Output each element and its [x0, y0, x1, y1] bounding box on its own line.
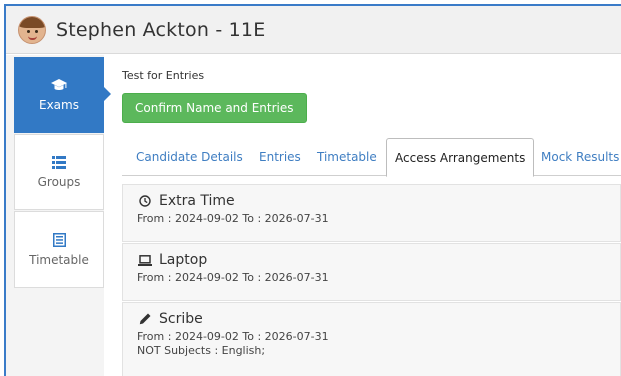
arrangement-dates: From : 2024-09-02 To : 2026-07-31	[137, 212, 329, 225]
header: Stephen Ackton - 11E	[6, 6, 621, 54]
tab-timetable[interactable]: Timetable	[317, 138, 377, 176]
list-icon	[52, 155, 66, 169]
sidebar-item-label: Exams	[39, 98, 79, 112]
tab-entries[interactable]: Entries	[259, 138, 301, 176]
list-item: Extra Time From : 2024-09-02 To : 2026-0…	[122, 184, 621, 242]
app-frame: Stephen Ackton - 11E Exams Groups Timeta…	[4, 4, 621, 376]
tab-access-arrangements[interactable]: Access Arrangements	[386, 138, 535, 177]
sidebar-item-exams[interactable]: Exams	[14, 57, 111, 133]
confirm-entries-button[interactable]: Confirm Name and Entries	[122, 93, 307, 123]
graduation-cap-icon	[51, 78, 67, 92]
arrangement-title: Scribe	[159, 311, 203, 327]
arrangement-note: NOT Subjects : English;	[137, 344, 266, 357]
tab-mock-results[interactable]: Mock Results	[541, 138, 619, 176]
arrangement-title: Laptop	[159, 252, 208, 268]
sidebar-item-label: Timetable	[29, 252, 89, 267]
sidebar-item-label: Groups	[37, 174, 81, 189]
list-item: Scribe From : 2024-09-02 To : 2026-07-31…	[122, 302, 621, 376]
test-label: Test for Entries	[122, 69, 205, 82]
sidebar-item-groups[interactable]: Groups	[14, 134, 104, 210]
arrangements-list: Extra Time From : 2024-09-02 To : 2026-0…	[122, 184, 621, 376]
sidebar: Exams Groups Timetable	[6, 55, 111, 376]
arrangement-title: Extra Time	[159, 193, 235, 209]
table-icon	[52, 232, 66, 247]
pencil-icon	[137, 313, 153, 325]
list-item: Laptop From : 2024-09-02 To : 2026-07-31	[122, 243, 621, 301]
arrangement-dates: From : 2024-09-02 To : 2026-07-31	[137, 330, 329, 343]
arrangement-dates: From : 2024-09-02 To : 2026-07-31	[137, 271, 329, 284]
tab-candidate-details[interactable]: Candidate Details	[136, 138, 243, 176]
clock-icon	[137, 195, 153, 207]
tab-bar: Candidate Details Entries Timetable Acce…	[122, 138, 621, 177]
student-name: Stephen Ackton - 11E	[56, 18, 266, 41]
sidebar-item-timetable[interactable]: Timetable	[14, 211, 104, 288]
main-content: Test for Entries Confirm Name and Entrie…	[112, 55, 621, 376]
laptop-icon	[137, 254, 153, 266]
student-avatar	[18, 15, 46, 44]
